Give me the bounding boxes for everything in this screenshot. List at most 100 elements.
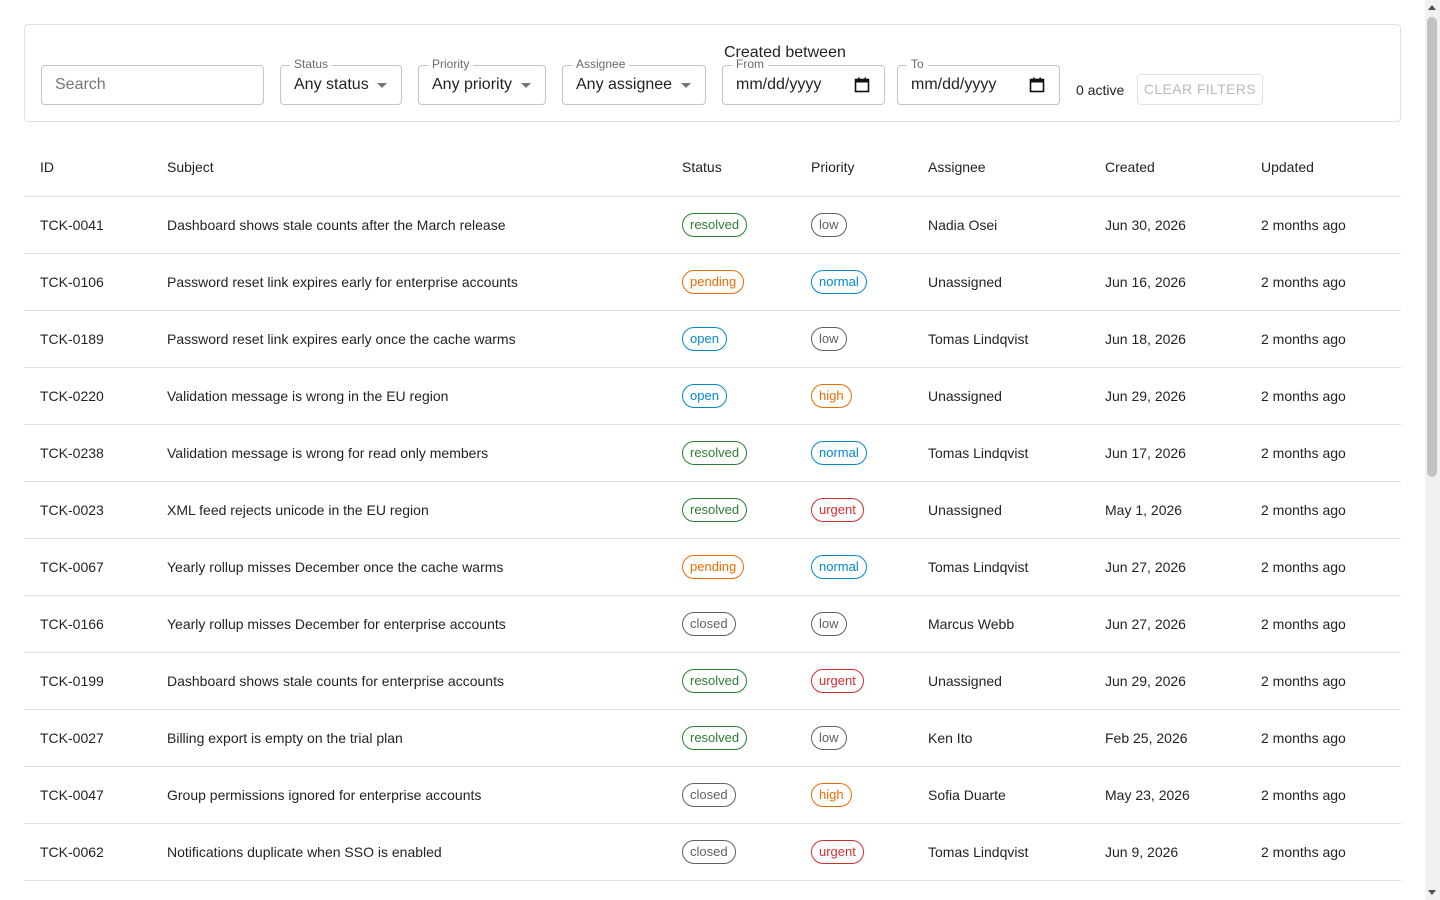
calendar-icon[interactable] bbox=[854, 77, 870, 93]
cell-priority: urgent bbox=[795, 823, 912, 881]
cell-id: TCK-0027 bbox=[24, 709, 151, 767]
status-chip: pending bbox=[682, 269, 745, 294]
table-row[interactable]: TCK-0189 Password reset link expires earl… bbox=[24, 310, 1401, 368]
table-row[interactable]: TCK-0027 Billing export is empty on the t… bbox=[24, 709, 1401, 767]
status-select[interactable]: Status Any status bbox=[280, 57, 402, 105]
cell-updated: 2 months ago bbox=[1245, 823, 1401, 881]
scrollbar-thumb[interactable] bbox=[1427, 17, 1437, 477]
priority-chip: low bbox=[811, 212, 847, 237]
cell-subject: Group permissions ignored for enterprise… bbox=[151, 766, 666, 824]
cell-assignee: Tomas Lindqvist bbox=[912, 823, 1089, 881]
cell-status: closed bbox=[666, 595, 795, 653]
to-label: To bbox=[907, 57, 928, 71]
cell-subject: Notifications duplicate when SSO is enab… bbox=[151, 823, 666, 881]
chevron-down-icon bbox=[521, 83, 531, 88]
cell-subject: Dashboard shows stale counts after the M… bbox=[151, 196, 666, 254]
table-row[interactable]: TCK-0067 Yearly rollup misses December on… bbox=[24, 538, 1401, 596]
cell-updated: 2 months ago bbox=[1245, 481, 1401, 539]
column-header-updated: Updated bbox=[1245, 139, 1401, 197]
cell-status: closed bbox=[666, 766, 795, 824]
to-value: mm/dd/yyyy bbox=[911, 76, 997, 93]
status-chip: closed bbox=[682, 611, 736, 636]
cell-subject: Billing export is empty on the trial pla… bbox=[151, 709, 666, 767]
created-to-date-input[interactable]: To mm/dd/yyyy bbox=[897, 57, 1060, 105]
clear-filters-button[interactable]: CLEAR FILTERS bbox=[1137, 74, 1263, 105]
scroll-up-arrow-icon[interactable] bbox=[1428, 5, 1436, 10]
cell-updated: 2 months ago bbox=[1245, 196, 1401, 254]
cell-status: pending bbox=[666, 253, 795, 311]
header-row: ID Subject Status Priority Assignee Created Up… bbox=[24, 139, 1401, 197]
cell-subject: Password reset link expires early once t… bbox=[151, 310, 666, 368]
cell-priority: low bbox=[795, 595, 912, 653]
cell-id: TCK-0189 bbox=[24, 310, 151, 368]
created-from-date-input[interactable]: From mm/dd/yyyy bbox=[722, 57, 885, 105]
priority-chip: urgent bbox=[811, 668, 864, 693]
cell-created: Jun 30, 2026 bbox=[1089, 196, 1245, 254]
status-chip: resolved bbox=[682, 212, 748, 237]
priority-chip: normal bbox=[811, 554, 867, 579]
priority-chip: normal bbox=[811, 269, 867, 294]
scroll-down-arrow-icon[interactable] bbox=[1428, 890, 1436, 895]
cell-assignee: Tomas Lindqvist bbox=[912, 424, 1089, 482]
table-row[interactable]: TCK-0166 Yearly rollup misses December fo… bbox=[24, 595, 1401, 653]
status-chip: open bbox=[682, 326, 727, 351]
table-row[interactable]: TCK-0238 Validation message is wrong for … bbox=[24, 424, 1401, 482]
cell-created: Jun 27, 2026 bbox=[1089, 538, 1245, 596]
cell-id: TCK-0199 bbox=[24, 652, 151, 710]
active-filter-count: 0 active bbox=[1076, 82, 1125, 98]
table-row[interactable]: TCK-0220 Validation message is wrong in t… bbox=[24, 367, 1401, 425]
cell-id: TCK-0047 bbox=[24, 766, 151, 824]
calendar-icon[interactable] bbox=[1029, 77, 1045, 93]
cell-priority: normal bbox=[795, 538, 912, 596]
priority-chip: low bbox=[811, 725, 847, 750]
column-header-priority: Priority bbox=[795, 139, 912, 197]
column-header-subject: Subject bbox=[151, 139, 666, 197]
status-chip: pending bbox=[682, 554, 745, 579]
cell-id: TCK-0238 bbox=[24, 424, 151, 482]
search-input[interactable]: Search bbox=[41, 65, 264, 105]
status-chip: resolved bbox=[682, 497, 748, 522]
cell-subject: Dashboard shows stale counts for enterpr… bbox=[151, 652, 666, 710]
cell-assignee: Sofia Duarte bbox=[912, 766, 1089, 824]
priority-value: Any priority bbox=[432, 76, 513, 93]
priority-chip: low bbox=[811, 326, 847, 351]
table-row[interactable]: TCK-0023 XML feed rejects unicode in the … bbox=[24, 481, 1401, 539]
cell-updated: 2 months ago bbox=[1245, 709, 1401, 767]
priority-select[interactable]: Priority Any priority bbox=[418, 57, 546, 105]
cell-subject: Validation message is wrong for read onl… bbox=[151, 424, 666, 482]
cell-assignee: Marcus Webb bbox=[912, 595, 1089, 653]
cell-updated: 2 months ago bbox=[1245, 253, 1401, 311]
table-row[interactable]: TCK-0041 Dashboard shows stale counts aft… bbox=[24, 196, 1401, 254]
ticket-list-page: Search Status Any status Priority Any pr… bbox=[24, 24, 1401, 122]
cell-status: resolved bbox=[666, 709, 795, 767]
cell-assignee: Nadia Osei bbox=[912, 196, 1089, 254]
cell-status: open bbox=[666, 310, 795, 368]
status-chip: resolved bbox=[682, 725, 748, 750]
cell-created: Jun 29, 2026 bbox=[1089, 367, 1245, 425]
cell-created: Jun 9, 2026 bbox=[1089, 823, 1245, 881]
cell-assignee: Unassigned bbox=[912, 253, 1089, 311]
priority-chip: high bbox=[811, 383, 852, 408]
page-scrollbar[interactable] bbox=[1425, 0, 1440, 900]
status-chip: closed bbox=[682, 782, 736, 807]
cell-priority: high bbox=[795, 766, 912, 824]
cell-subject: Yearly rollup misses December once the c… bbox=[151, 538, 666, 596]
priority-chip: low bbox=[811, 611, 847, 636]
cell-assignee: Ken Ito bbox=[912, 709, 1089, 767]
cell-priority: normal bbox=[795, 253, 912, 311]
cell-priority: urgent bbox=[795, 652, 912, 710]
status-label: Status bbox=[290, 57, 333, 71]
table-row[interactable]: TCK-0106 Password reset link expires earl… bbox=[24, 253, 1401, 311]
filter-bar: Search Status Any status Priority Any pr… bbox=[24, 24, 1401, 122]
cell-priority: low bbox=[795, 709, 912, 767]
table-row[interactable]: TCK-0199 Dashboard shows stale counts for… bbox=[24, 652, 1401, 710]
cell-subject: Password reset link expires early for en… bbox=[151, 253, 666, 311]
priority-chip: urgent bbox=[811, 839, 864, 864]
priority-label: Priority bbox=[428, 57, 474, 71]
cell-updated: 2 months ago bbox=[1245, 595, 1401, 653]
table-row[interactable]: TCK-0062 Notifications duplicate when SSO… bbox=[24, 823, 1401, 881]
cell-subject: Yearly rollup misses December for enterp… bbox=[151, 595, 666, 653]
status-chip: closed bbox=[682, 839, 736, 864]
table-row[interactable]: TCK-0047 Group permissions ignored for en… bbox=[24, 766, 1401, 824]
assignee-select[interactable]: Assignee Any assignee bbox=[562, 57, 706, 105]
